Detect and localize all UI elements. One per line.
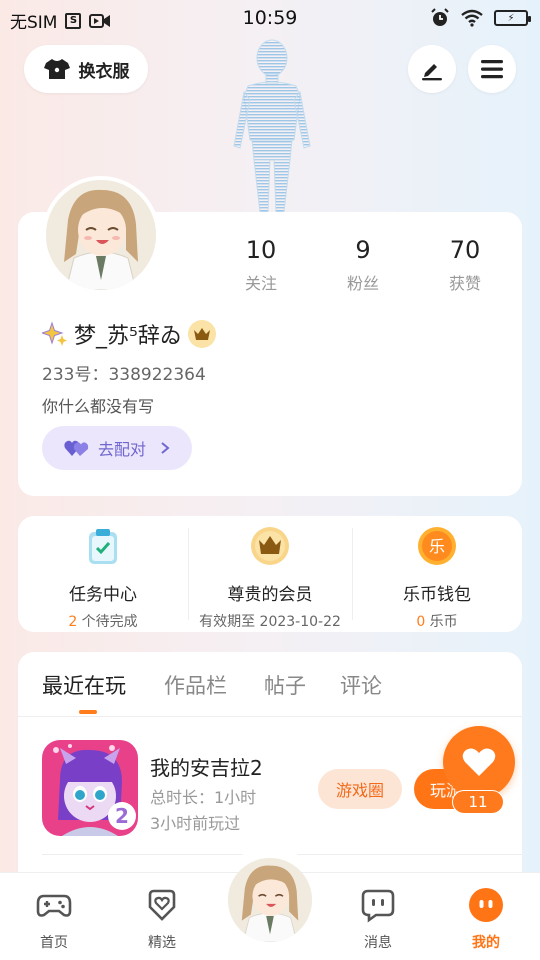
angela-cat-icon: 2 [42, 740, 138, 836]
menu-button[interactable] [468, 45, 516, 93]
wardrobe-label: 换衣服 [78, 61, 130, 82]
task-center-entry[interactable]: 任务中心 2 个待完成 [18, 516, 188, 632]
nav-me[interactable]: 我的 [446, 887, 526, 952]
stat-value: 10 [245, 236, 277, 264]
nav-label: 消息 [364, 935, 392, 951]
task-pending-count: 2 [68, 614, 78, 630]
task-center-title: 任务中心 [69, 585, 137, 605]
clipboard-icon [89, 529, 117, 564]
stat-value: 70 [449, 236, 481, 264]
stat-label: 关注 [244, 274, 277, 293]
match-button[interactable]: 去配对 [42, 426, 192, 470]
chevron-right-icon [161, 442, 170, 454]
svg-text:乐: 乐 [429, 537, 445, 556]
uid-line: 233号：338922364 [42, 360, 206, 385]
avatar-figure[interactable] [224, 36, 320, 214]
sparkle-icon [42, 321, 67, 346]
me-icon [469, 888, 503, 922]
heart-box-icon [148, 889, 176, 921]
double-heart-icon [64, 440, 89, 456]
nav-messages[interactable]: 消息 [338, 887, 418, 952]
game-icon[interactable]: 2 [42, 740, 138, 836]
vip-entry[interactable]: 尊贵的会员 有效期至 2023-10-22 [188, 516, 352, 632]
nav-home[interactable]: 首页 [14, 887, 94, 952]
game-last-played: 3小时前玩过 [150, 814, 241, 833]
anime-portrait-icon [46, 180, 156, 290]
crown-icon [193, 328, 210, 340]
coin-icon: 乐 [418, 527, 456, 565]
edit-button[interactable] [408, 45, 456, 93]
tab-works[interactable]: 作品栏 [164, 670, 227, 700]
tab-comments[interactable]: 评论 [340, 670, 382, 700]
stat-label: 粉丝 [346, 274, 379, 293]
anime-portrait-icon [228, 858, 312, 942]
nickname: 梦_苏⁵辞ゐ [74, 324, 182, 349]
wallet-title: 乐币钱包 [403, 585, 471, 605]
center-avatar-button[interactable] [228, 858, 312, 942]
gamepad-icon [36, 894, 72, 917]
wifi-icon [461, 9, 483, 27]
nav-featured[interactable]: 精选 [122, 887, 202, 952]
vip-badge[interactable] [187, 320, 216, 348]
menu-icon [481, 60, 503, 79]
wallet-entry[interactable]: 乐 乐币钱包 0 乐币 [352, 516, 522, 632]
bio: 你什么都没有写 [42, 397, 155, 416]
nav-label: 首页 [40, 935, 68, 951]
crown-icon [251, 527, 289, 565]
chat-icon [361, 889, 395, 923]
tabs-divider [18, 716, 522, 717]
game-duration: 总时长：1小时 [150, 788, 257, 807]
tab-recently-played[interactable]: 最近在玩 [42, 670, 126, 700]
match-label: 去配对 [98, 440, 147, 459]
quick-entries-card: 任务中心 2 个待完成 尊贵的会员 有效期至 2023-10-22 乐 乐币钱包… [18, 516, 522, 632]
svg-text:2: 2 [115, 804, 129, 828]
uid-value: 338922364 [108, 365, 206, 385]
tab-indicator [79, 710, 97, 714]
battery-icon: ⚡ [494, 10, 531, 26]
nav-label: 精选 [148, 935, 176, 951]
vip-title: 尊贵的会员 [227, 585, 313, 605]
tshirt-icon [43, 59, 70, 79]
nickname-row: 梦_苏⁵辞ゐ [42, 318, 216, 350]
wardrobe-button[interactable]: 换衣服 [24, 45, 148, 93]
task-pending-suffix: 个待完成 [77, 614, 138, 630]
edit-icon [422, 64, 442, 81]
heart-icon [462, 748, 496, 776]
profile-avatar[interactable] [42, 176, 160, 294]
stat-following[interactable]: 10 关注 [226, 236, 296, 294]
status-bar: 无SIM S 10:59 ⚡ [0, 0, 540, 36]
tab-posts[interactable]: 帖子 [264, 670, 306, 700]
nav-label: 我的 [472, 935, 500, 951]
stat-value: 9 [355, 236, 371, 264]
game-circle-button[interactable]: 游戏圈 [318, 769, 402, 809]
coin-suffix: 乐币 [425, 614, 458, 630]
vip-expiry: 有效期至 2023-10-22 [199, 614, 341, 630]
coin-balance: 0 [416, 614, 426, 630]
like-fab[interactable] [443, 726, 515, 798]
game-title[interactable]: 我的安吉拉2 [150, 752, 263, 781]
stat-label: 获赞 [448, 274, 481, 293]
alarm-icon [431, 8, 449, 26]
like-count: 11 [452, 790, 504, 814]
uid-label: 233号： [42, 365, 109, 385]
stat-followers[interactable]: 9 粉丝 [328, 236, 398, 294]
stat-likes[interactable]: 70 获赞 [430, 236, 500, 294]
